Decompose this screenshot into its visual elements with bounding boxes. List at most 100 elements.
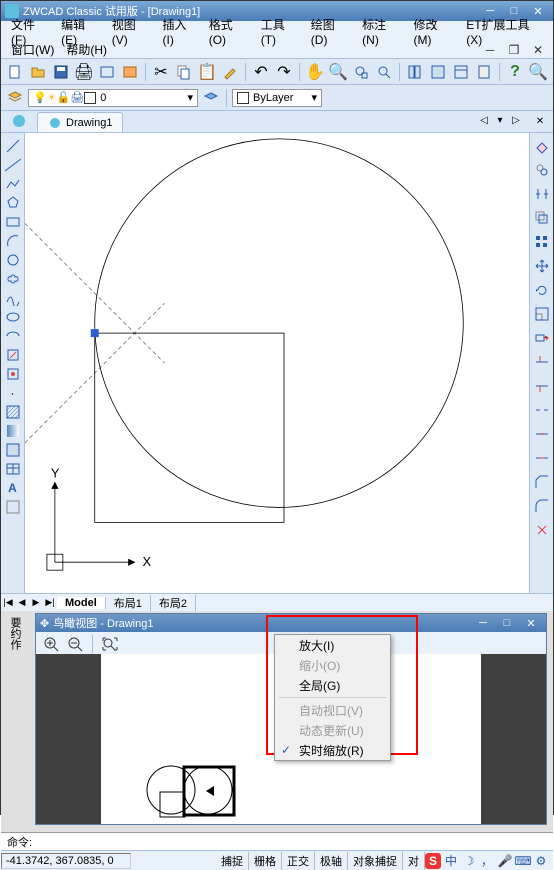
ctx-global[interactable]: 全局(G) [275,675,390,695]
zoom-win-icon[interactable] [351,62,371,82]
menu-view[interactable]: 视图(V) [106,16,157,47]
polygon-icon[interactable] [4,194,22,212]
status-polar[interactable]: 极轴 [315,852,348,870]
layout-next-icon[interactable]: ▶ [29,596,43,610]
menu-help[interactable]: 帮助(H) [60,41,113,58]
stretch-icon[interactable] [533,329,551,347]
open-icon[interactable] [28,62,48,82]
command-line[interactable]: 命令: [1,832,553,850]
drawing-canvas[interactable]: X Y [25,133,529,593]
menu-modify[interactable]: 修改(M) [408,16,461,47]
move-icon[interactable] [533,257,551,275]
layer-mgr-icon[interactable] [5,88,25,108]
redo-icon[interactable]: ↷ [274,62,294,82]
arc-icon[interactable] [4,232,22,250]
rect-icon[interactable] [4,213,22,231]
mirror-icon[interactable] [533,185,551,203]
aerial-zoomout-icon[interactable] [66,635,84,653]
ctx-zoomin[interactable]: 放大(I) [275,635,390,655]
offset-icon[interactable] [533,209,551,227]
zoom-prev-icon[interactable] [374,62,394,82]
ctx-zoomout[interactable]: 缩小(O) [275,655,390,675]
status-dyn[interactable]: 对 [403,852,425,870]
chamfer-icon[interactable] [533,473,551,491]
status-osnap[interactable]: 对象捕捉 [348,852,403,870]
pline-icon[interactable] [4,175,22,193]
search-icon[interactable]: 🔍 [528,62,548,82]
scale-icon[interactable] [533,305,551,323]
tab-prev-icon[interactable]: ◁ [477,113,491,127]
cut-icon[interactable]: ✂ [151,62,171,82]
aerial-min-icon[interactable]: ─ [472,616,494,630]
menu-window[interactable]: 窗口(W) [5,41,60,58]
trim-icon[interactable] [533,353,551,371]
layout-prev-icon[interactable]: ◀ [15,596,29,610]
point-icon[interactable]: · [4,384,22,402]
doc-restore-button[interactable]: ❐ [503,43,525,57]
mtext-icon[interactable]: A [4,479,22,497]
copy-icon[interactable] [174,62,194,82]
save-icon[interactable] [51,62,71,82]
tab-layout2[interactable]: 布局2 [151,595,196,611]
help-icon[interactable]: ? [505,62,525,82]
erase-icon[interactable] [533,137,551,155]
print-icon[interactable]: 🖨 [74,62,94,82]
ctx-rtzoom[interactable]: 实时缩放(R) [275,740,390,760]
tab-next-icon[interactable]: ▷ [509,113,523,127]
ime-punct-icon[interactable]: ， [479,853,495,869]
block-icon[interactable] [4,365,22,383]
ellipse-icon[interactable] [4,308,22,326]
ellipse-arc-icon[interactable] [4,327,22,345]
table-icon[interactable] [4,460,22,478]
ctx-dynupd[interactable]: 动态更新(U) [275,720,390,740]
gradient-icon[interactable] [4,422,22,440]
pan-icon[interactable]: ✋ [305,62,325,82]
doc-minimize-button[interactable]: ─ [479,43,501,57]
doc-tab-drawing1[interactable]: Drawing1 [37,112,123,132]
tp-icon[interactable] [451,62,471,82]
join-icon[interactable] [533,449,551,467]
new-icon[interactable] [5,62,25,82]
doc-close-button[interactable]: ✕ [527,43,549,57]
menu-insert[interactable]: 插入(I) [157,16,203,47]
region-icon[interactable] [4,441,22,459]
calc-icon[interactable] [474,62,494,82]
status-grid[interactable]: 栅格 [249,852,282,870]
copy2-icon[interactable] [533,161,551,179]
extend-icon[interactable] [533,377,551,395]
spline-icon[interactable] [4,289,22,307]
layout-last-icon[interactable]: ▶| [43,596,57,610]
aerial-zoomin-icon[interactable] [42,635,60,653]
menu-tools[interactable]: 工具(T) [255,16,305,47]
undo-icon[interactable]: ↶ [251,62,271,82]
layout-first-icon[interactable]: |◀ [1,596,15,610]
ime-mic-icon[interactable]: 🎤 [497,853,513,869]
tab-close-icon[interactable]: ✕ [533,114,547,128]
ctx-autovp[interactable]: 自动视口(V) [275,700,390,720]
break-icon[interactable] [533,401,551,419]
paste-icon[interactable]: 📋 [197,62,217,82]
zoom-rt-icon[interactable]: 🔍 [328,62,348,82]
match-icon[interactable] [220,62,240,82]
explode-icon[interactable] [533,521,551,539]
layer-combo[interactable]: 💡☀🔓🖨 0 ▾ [28,89,198,107]
break2-icon[interactable] [533,425,551,443]
aerial-max-icon[interactable]: □ [496,616,518,630]
layer-prev-icon[interactable] [201,88,221,108]
fillet-icon[interactable] [533,497,551,515]
aerial-close-icon[interactable]: ✕ [520,616,542,630]
ime-sogou-icon[interactable]: S [425,853,441,869]
line-icon[interactable] [4,137,22,155]
hatch-icon[interactable] [4,403,22,421]
status-ortho[interactable]: 正交 [282,852,315,870]
xline-icon[interactable] [4,156,22,174]
tab-layout1[interactable]: 布局1 [106,595,151,611]
props-icon[interactable] [405,62,425,82]
dc-icon[interactable] [428,62,448,82]
menu-dim[interactable]: 标注(N) [356,16,407,47]
menu-format[interactable]: 格式(O) [203,16,255,47]
ime-cn-icon[interactable]: 中 [443,853,459,869]
ime-kb-icon[interactable]: ⌨ [515,853,531,869]
rotate-icon[interactable] [533,281,551,299]
tab-model[interactable]: Model [57,597,106,609]
